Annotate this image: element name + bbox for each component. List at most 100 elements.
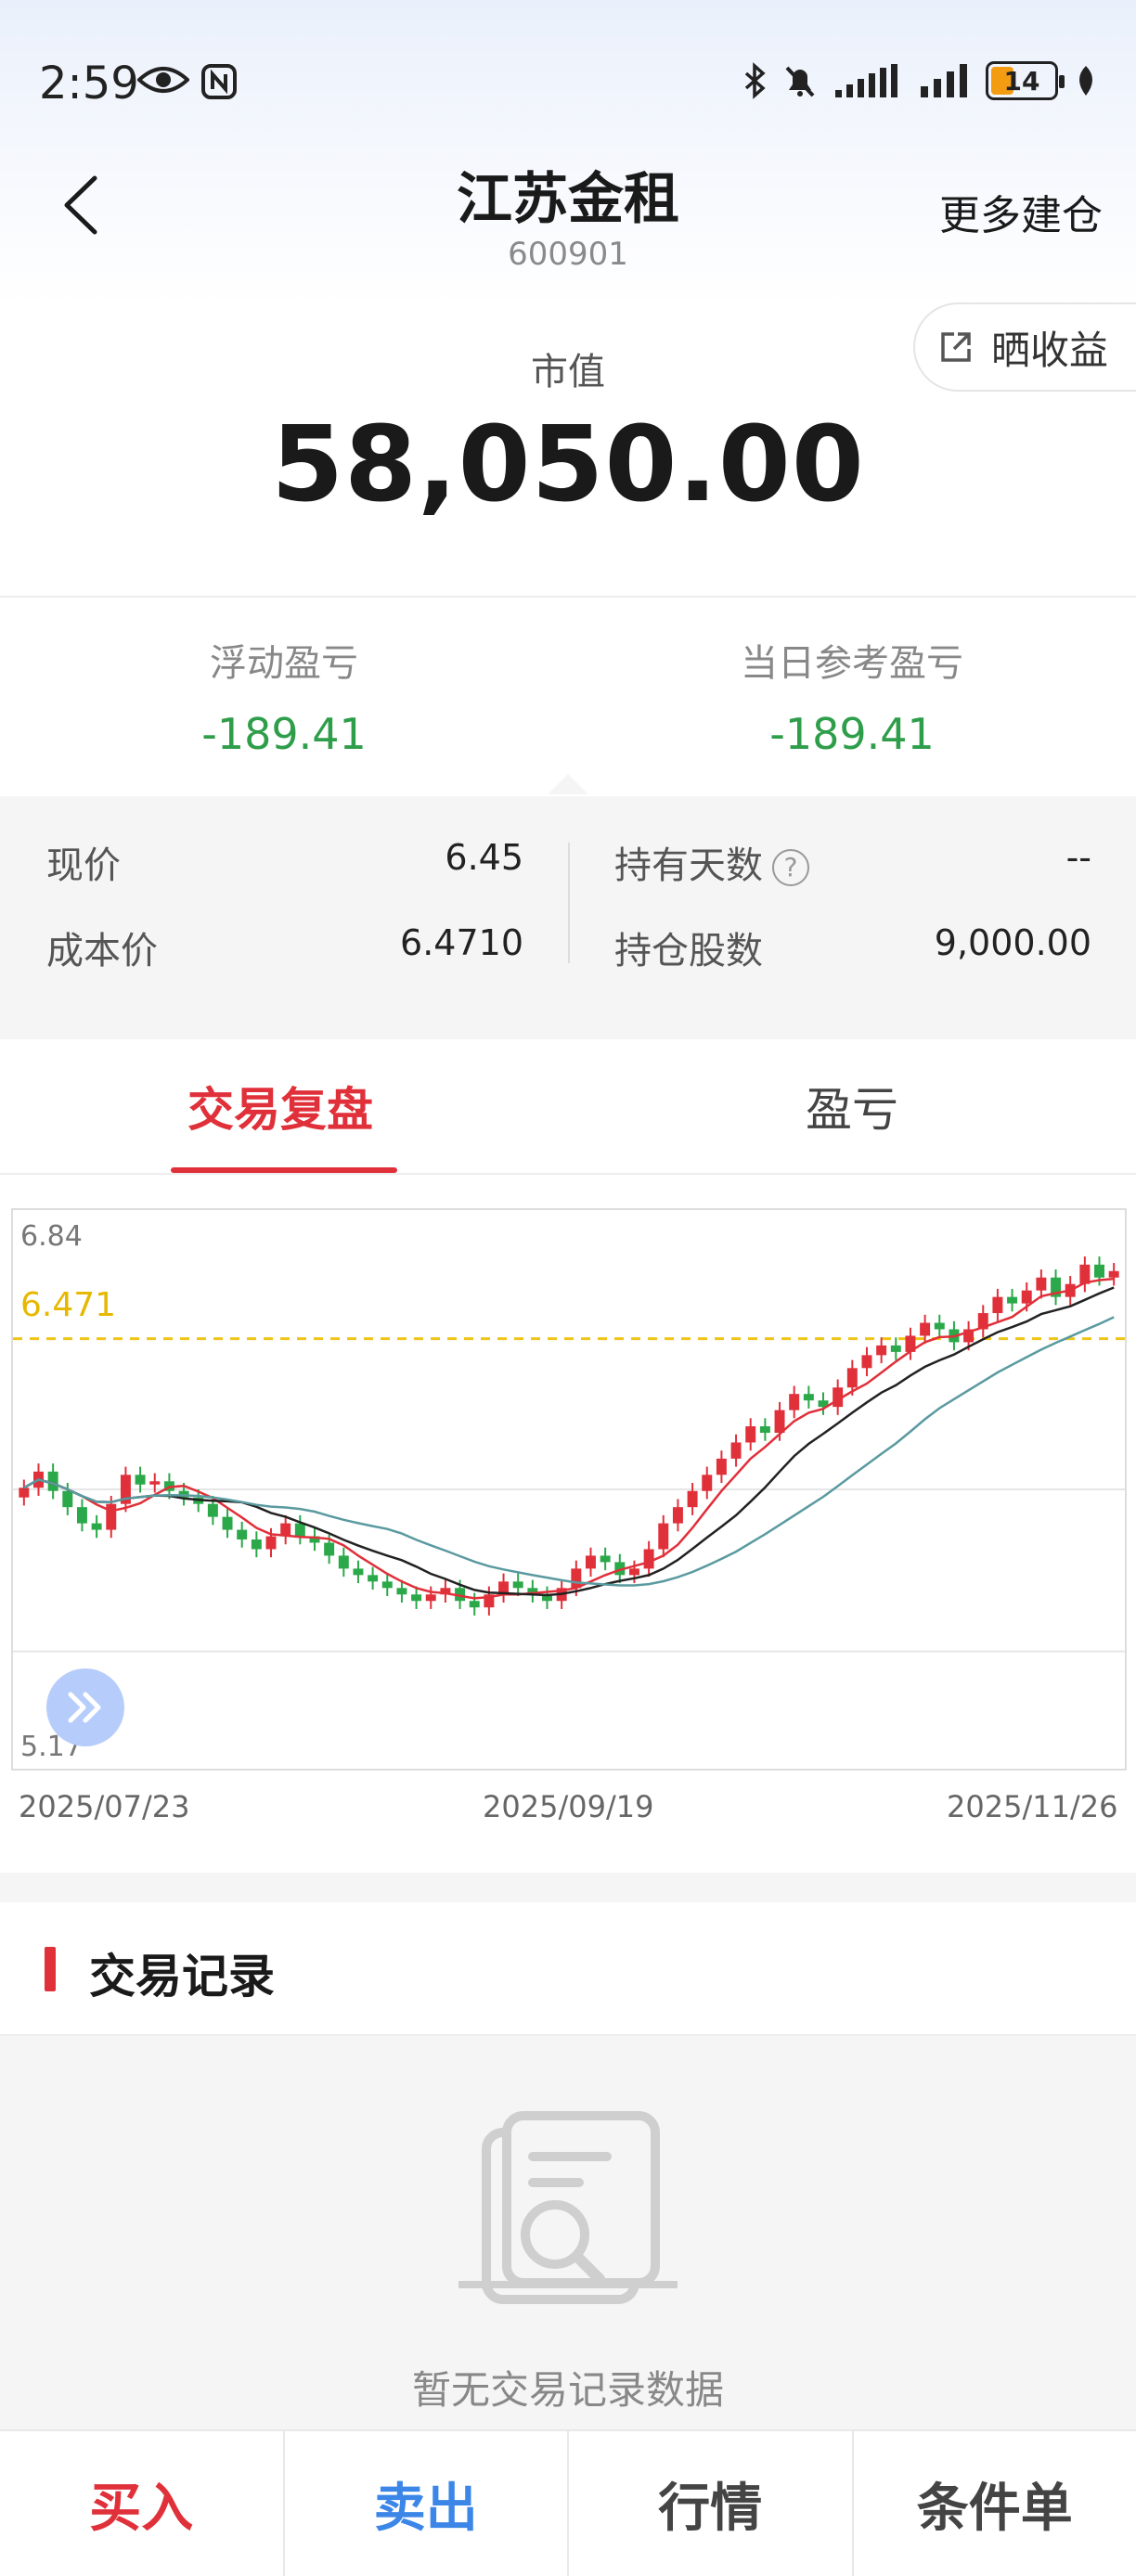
candle-body xyxy=(992,1296,1003,1314)
candle-body xyxy=(135,1475,146,1485)
candle-body xyxy=(91,1523,102,1530)
section-gap xyxy=(0,1873,1136,1902)
candle-body xyxy=(745,1426,756,1443)
daily-pnl-label: 当日参考盈亏 xyxy=(741,642,963,685)
candle-body xyxy=(76,1507,87,1524)
ma20-line xyxy=(23,1316,1115,1587)
candle-body xyxy=(803,1394,814,1401)
candle-body xyxy=(876,1345,887,1356)
hold-days-text: 持有天数 xyxy=(614,844,763,887)
candle-body xyxy=(106,1503,117,1530)
x-axis-label-mid: 2025/09/19 xyxy=(483,1789,654,1824)
candle-body xyxy=(716,1458,727,1475)
candle-body xyxy=(237,1529,248,1540)
candle-body xyxy=(789,1394,800,1410)
divider xyxy=(0,596,1136,598)
bluetooth-icon xyxy=(744,62,766,99)
empty-records-state: 暂无交易记录数据 xyxy=(0,2036,1136,2435)
quote-button[interactable]: 行情 xyxy=(569,2431,854,2576)
eye-icon xyxy=(137,67,189,93)
status-bar: 2:59 14 xyxy=(0,0,1136,167)
candle-body xyxy=(207,1503,218,1517)
tab-bar: 交易复盘 盈亏 xyxy=(0,1039,1136,1175)
sell-button[interactable]: 卖出 xyxy=(285,2431,569,2576)
candle-body xyxy=(759,1426,770,1434)
candle-body xyxy=(149,1481,161,1485)
candle-body xyxy=(338,1555,349,1569)
ma5-line xyxy=(23,1277,1115,1600)
signal-icon-1 xyxy=(835,64,897,97)
detail-caret xyxy=(548,774,588,794)
status-time: 2:59 xyxy=(39,58,139,109)
market-value: 58,050.00 xyxy=(271,405,865,525)
candle-body xyxy=(1036,1277,1047,1291)
double-chevron-right-icon xyxy=(68,1692,101,1723)
candle-body xyxy=(1094,1264,1104,1278)
help-icon[interactable]: ? xyxy=(772,849,809,886)
candle-body xyxy=(1021,1290,1032,1304)
status-right-group: 14 xyxy=(742,61,1099,100)
floating-pnl-label: 浮动盈亏 xyxy=(210,642,358,685)
hold-days-value: -- xyxy=(1065,837,1091,878)
shares-value: 9,000.00 xyxy=(934,922,1091,963)
candle-body xyxy=(411,1594,422,1602)
leaf-icon xyxy=(1079,66,1092,96)
tab-profit-loss[interactable]: 盈亏 xyxy=(806,1073,898,1140)
stock-code: 600901 xyxy=(508,236,628,273)
candle-body xyxy=(920,1322,931,1336)
trade-records-title: 交易记录 xyxy=(89,1950,275,2003)
candle-body xyxy=(469,1601,480,1608)
candle-body xyxy=(265,1536,277,1550)
candle-body xyxy=(571,1568,582,1589)
candle-body xyxy=(19,1488,30,1498)
candle-body xyxy=(687,1490,698,1508)
candle-body xyxy=(600,1555,611,1563)
hold-days-label: 持有天数? xyxy=(614,835,809,889)
candle-body xyxy=(702,1475,713,1491)
candle-body xyxy=(730,1442,742,1459)
candle-body xyxy=(222,1516,233,1530)
price-label: 现价 xyxy=(46,844,121,887)
candle-body xyxy=(47,1471,58,1491)
candle-body xyxy=(294,1523,305,1537)
section-accent-bar xyxy=(45,1947,56,1991)
candle-body xyxy=(1007,1296,1018,1304)
cost-line-label: 6.471 xyxy=(20,1286,116,1324)
conditional-order-button[interactable]: 条件单 xyxy=(854,2431,1136,2576)
buy-button[interactable]: 买入 xyxy=(0,2431,285,2576)
mute-bell-icon xyxy=(785,66,815,97)
candle-body xyxy=(396,1588,407,1595)
kline-chart[interactable]: 6.84 6.471 5.17 xyxy=(11,1208,1127,1771)
nfc-icon xyxy=(201,64,237,99)
bottom-action-bar: 买入 卖出 行情 条件单 xyxy=(0,2429,1136,2576)
candle-body xyxy=(324,1542,335,1556)
candle-body xyxy=(672,1507,683,1524)
shares-label: 持仓股数 xyxy=(614,930,763,972)
tab-active-indicator xyxy=(171,1167,397,1173)
candle-body xyxy=(643,1549,654,1569)
trade-records-header: 交易记录 xyxy=(0,1902,1136,2036)
daily-pnl: 当日参考盈亏 -189.41 xyxy=(568,633,1136,759)
expand-chart-button[interactable] xyxy=(46,1668,124,1746)
candle-body xyxy=(512,1581,523,1589)
candle-body xyxy=(846,1368,858,1388)
candle-body xyxy=(934,1322,945,1330)
tab-trade-review[interactable]: 交易复盘 xyxy=(187,1073,373,1140)
x-axis-label-end: 2025/11/26 xyxy=(947,1789,1118,1824)
cost-value: 6.4710 xyxy=(400,922,523,963)
cost-label: 成本价 xyxy=(46,930,158,972)
candle-body xyxy=(353,1568,364,1576)
candle-body xyxy=(425,1594,436,1602)
floating-pnl: 浮动盈亏 -189.41 xyxy=(0,633,568,759)
candle-body xyxy=(628,1568,639,1576)
empty-records-text: 暂无交易记录数据 xyxy=(411,2367,724,2413)
signal-icon-2 xyxy=(921,64,967,97)
more-position-button[interactable]: 更多建仓 xyxy=(939,182,1103,241)
kline-chart-svg: 6.84 6.471 5.17 xyxy=(13,1220,1125,1763)
candle-body xyxy=(251,1539,262,1550)
candle-body xyxy=(62,1490,73,1508)
empty-document-search-icon xyxy=(458,2111,678,2304)
candle-body xyxy=(586,1555,596,1569)
y-axis-top-label: 6.84 xyxy=(20,1220,83,1253)
battery-level: 14 xyxy=(1003,65,1040,97)
